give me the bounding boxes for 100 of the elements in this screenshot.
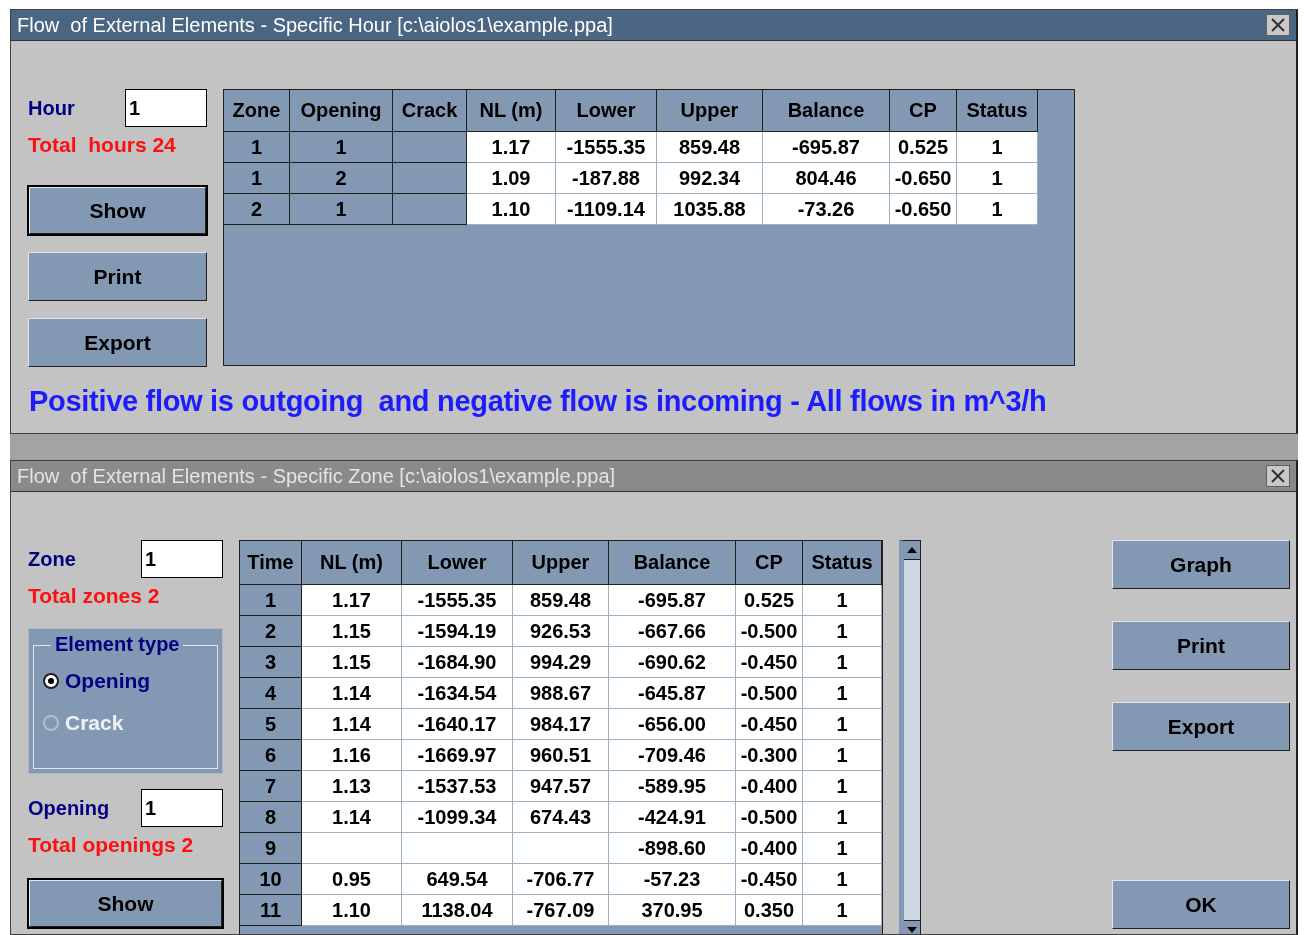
column-header: Opening (290, 90, 393, 132)
row-header-cell: 1 (224, 132, 290, 163)
total-openings-text: Total openings 2 (28, 833, 194, 857)
table-cell: 1.15 (302, 647, 402, 678)
table-cell: -0.300 (736, 740, 803, 771)
close-button[interactable] (1266, 14, 1290, 36)
table-cell: 859.48 (657, 132, 763, 163)
table-cell: 0.525 (736, 585, 803, 616)
table-cell: -1555.35 (556, 132, 657, 163)
row-header-cell: 6 (240, 740, 302, 771)
table-cell: 1.14 (302, 709, 402, 740)
table-cell: 984.17 (513, 709, 609, 740)
row-header-cell: 1 (240, 585, 302, 616)
action-button[interactable]: Graph (1112, 540, 1290, 589)
table-cell: 370.95 (609, 895, 736, 926)
table-cell: 947.57 (513, 771, 609, 802)
column-header: CP (890, 90, 957, 132)
action-button[interactable]: OK (1112, 880, 1290, 929)
close-icon (1270, 18, 1286, 32)
table-cell: 1.10 (302, 895, 402, 926)
zone-input[interactable]: 1 (141, 540, 223, 578)
table-cell: -0.500 (736, 678, 803, 709)
action-button[interactable]: Export (28, 318, 207, 367)
table-cell: 960.51 (513, 740, 609, 771)
table-cell: -898.60 (609, 833, 736, 864)
row-header-cell: 3 (240, 647, 302, 678)
column-header: Balance (609, 541, 736, 585)
row-header-cell: 4 (240, 678, 302, 709)
column-header: NL (m) (467, 90, 556, 132)
total-zones-text: Total zones 2 (28, 584, 160, 608)
table-cell: -645.87 (609, 678, 736, 709)
table-cell: 1 (957, 163, 1038, 194)
table-cell: -667.66 (609, 616, 736, 647)
action-button[interactable]: Show (28, 186, 207, 235)
column-header: Balance (763, 90, 890, 132)
table-cell: -424.91 (609, 802, 736, 833)
table-cell: -0.650 (890, 194, 957, 225)
table-cell: 859.48 (513, 585, 609, 616)
column-header: Time (240, 541, 302, 585)
table-cell: 1 (803, 802, 882, 833)
table-cell: -656.00 (609, 709, 736, 740)
down-arrow-icon (907, 927, 917, 933)
row-header-cell: 1 (224, 163, 290, 194)
table-cell: -187.88 (556, 163, 657, 194)
table-cell: 1.14 (302, 678, 402, 709)
table-cell: -73.26 (763, 194, 890, 225)
table-cell: 1 (957, 132, 1038, 163)
action-button[interactable]: Export (1112, 702, 1290, 751)
table-cell: -695.87 (609, 585, 736, 616)
table-cell: 1 (803, 740, 882, 771)
action-button[interactable]: Print (1112, 621, 1290, 670)
window-title: Flow of External Elements - Specific Zone [c:\aiolos1\example.ppa] (17, 464, 616, 488)
row-header-cell: 1 (290, 132, 393, 163)
table-cell: -1640.17 (402, 709, 513, 740)
row-header-cell: 9 (240, 833, 302, 864)
action-button[interactable]: Print (28, 252, 207, 301)
column-header: CP (736, 541, 803, 585)
table-cell: 1.16 (302, 740, 402, 771)
hour-input[interactable]: 1 (125, 89, 207, 127)
column-header: Status (957, 90, 1038, 132)
column-header: Lower (402, 541, 513, 585)
opening-input[interactable]: 1 (141, 789, 223, 827)
table-cell: -1684.90 (402, 647, 513, 678)
column-header: Crack (393, 90, 467, 132)
table-cell: 0.525 (890, 132, 957, 163)
table-cell: 1 (803, 864, 882, 895)
row-header-cell: 11 (240, 895, 302, 926)
close-button[interactable] (1266, 465, 1290, 487)
table-cell: -1669.97 (402, 740, 513, 771)
table-cell: -1099.34 (402, 802, 513, 833)
row-header-cell: 8 (240, 802, 302, 833)
vertical-scrollbar[interactable] (899, 540, 921, 934)
table-cell: 0.350 (736, 895, 803, 926)
table-cell: -0.500 (736, 802, 803, 833)
table-cell: 1.14 (302, 802, 402, 833)
table-cell: 1.17 (302, 585, 402, 616)
up-arrow-icon (907, 547, 917, 553)
table-cell: 804.46 (763, 163, 890, 194)
table-cell: -0.450 (736, 647, 803, 678)
opening-label: Opening (28, 796, 110, 820)
close-icon (1270, 469, 1286, 483)
action-button[interactable]: Show (28, 879, 223, 928)
column-header: Upper (513, 541, 609, 585)
total-hours-text: Total hours 24 (28, 133, 176, 157)
table-cell: -57.23 (609, 864, 736, 895)
table-cell: 1.09 (467, 163, 556, 194)
table-cell: -0.650 (890, 163, 957, 194)
row-header-cell: 10 (240, 864, 302, 895)
column-header: Status (803, 541, 882, 585)
table-cell: 1 (803, 771, 882, 802)
table-cell: -589.95 (609, 771, 736, 802)
table-cell: -709.46 (609, 740, 736, 771)
table-cell: 992.34 (657, 163, 763, 194)
radio-option[interactable]: Opening (43, 669, 222, 693)
table-cell: 1.17 (467, 132, 556, 163)
column-header: Upper (657, 90, 763, 132)
table-cell: 926.53 (513, 616, 609, 647)
table-cell: -0.400 (736, 771, 803, 802)
table-cell: -1109.14 (556, 194, 657, 225)
table-cell: 0.95 (302, 864, 402, 895)
